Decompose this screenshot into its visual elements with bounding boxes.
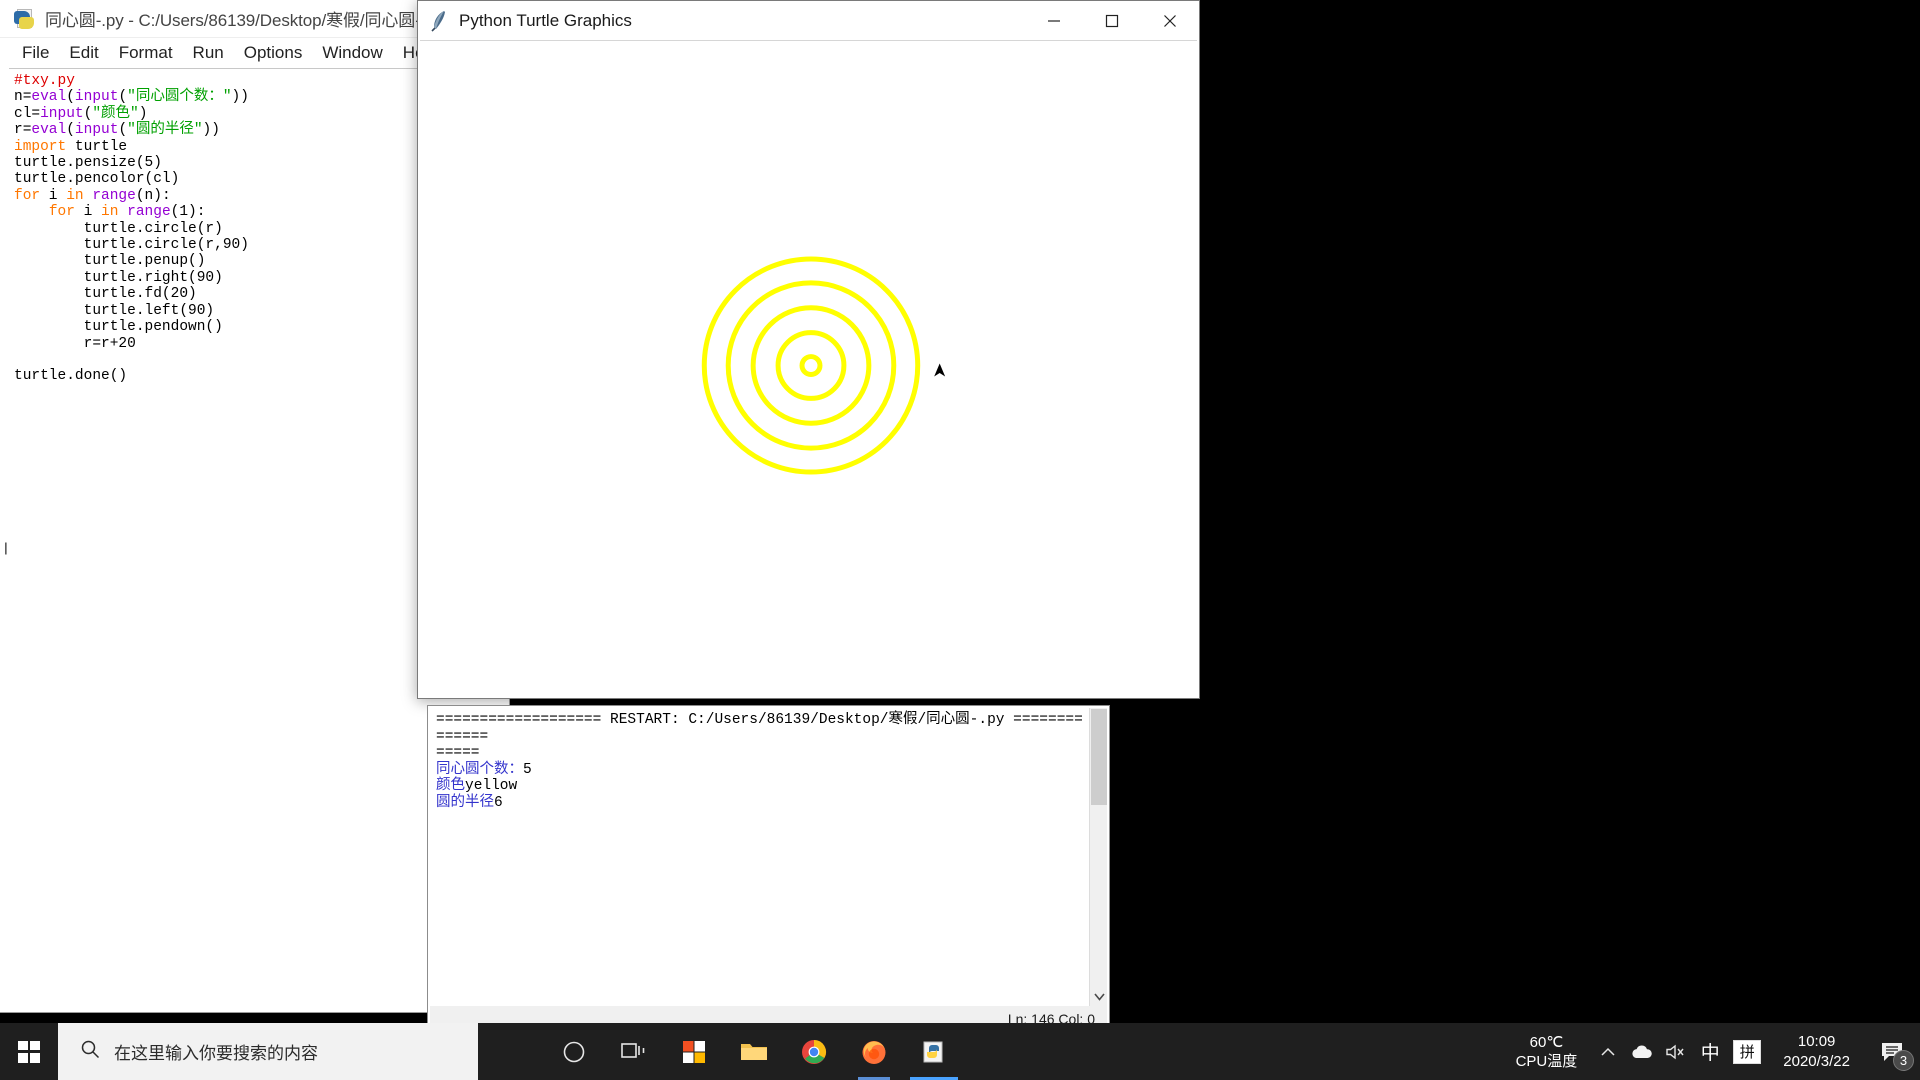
windows-logo-icon [18, 1040, 40, 1063]
turtle-cursor-icon [934, 363, 946, 377]
scrollbar-thumb[interactable] [1091, 709, 1107, 805]
menu-window[interactable]: Window [312, 41, 392, 65]
python-idle-taskbar-icon[interactable] [904, 1023, 964, 1080]
idle-shell-window[interactable]: =================== RESTART: C:/Users/86… [427, 705, 1110, 1035]
volume-muted-icon[interactable] [1659, 1023, 1693, 1080]
shell-output[interactable]: =================== RESTART: C:/Users/86… [430, 708, 1089, 1006]
cpu-temperature-widget[interactable]: 60℃ CPU温度 [1502, 1033, 1592, 1071]
desktop-screen: 7.1 SOUND EFFECT G... 有道云笔记 Visual C++ 6… [0, 0, 1920, 1080]
microsoft-store-icon[interactable] [664, 1023, 724, 1080]
minimize-icon[interactable] [1025, 1, 1083, 40]
close-icon[interactable] [1141, 1, 1199, 40]
notification-icon[interactable]: 3 [1866, 1023, 1920, 1080]
maximize-icon[interactable] [1083, 1, 1141, 40]
clock-time: 10:09 [1797, 1032, 1836, 1050]
system-tray[interactable]: 60℃ CPU温度 中 拼 10:09 2020/3/22 3 [1502, 1023, 1920, 1080]
menu-options[interactable]: Options [234, 41, 313, 65]
editor-gutter-mark: | [2, 541, 10, 556]
taskbar-app-buttons[interactable] [544, 1023, 964, 1080]
search-placeholder-text: 在这里输入你要搜索的内容 [114, 1044, 318, 1063]
cpu-temp-value: 60℃ [1529, 1033, 1564, 1051]
turtle-window-title: Python Turtle Graphics [459, 10, 632, 30]
cloud-icon[interactable] [1625, 1023, 1659, 1080]
concentric-circles [701, 256, 921, 475]
task-view-icon[interactable] [604, 1023, 664, 1080]
search-icon [80, 1039, 100, 1064]
ime-pinyin-indicator[interactable]: 拼 [1733, 1039, 1762, 1064]
google-chrome-icon[interactable] [784, 1023, 844, 1080]
editor-title: 同心圆-.py - C:/Users/86139/Desktop/寒假/同心圆-… [45, 11, 444, 30]
shell-scrollbar[interactable] [1089, 708, 1107, 1006]
editor-gutter: | [0, 68, 10, 1012]
windows-taskbar[interactable]: 在这里输入你要搜索的内容 60℃ CPU温度 中 拼 10:09 2020/3/… [0, 1023, 1920, 1080]
chevron-up-icon[interactable] [1591, 1023, 1625, 1080]
firefox-icon[interactable] [844, 1023, 904, 1080]
start-button[interactable] [0, 1023, 58, 1080]
python-feather-icon [431, 10, 449, 32]
file-explorer-icon[interactable] [724, 1023, 784, 1080]
cpu-temp-label: CPU温度 [1515, 1052, 1578, 1070]
ime-mode-indicator[interactable]: 中 [1693, 1023, 1727, 1080]
chevron-down-icon[interactable] [1091, 988, 1107, 1005]
menu-run[interactable]: Run [183, 41, 234, 65]
taskbar-clock[interactable]: 10:09 2020/3/22 [1767, 1032, 1866, 1072]
python-idle-icon [14, 8, 36, 30]
clock-date: 2020/3/22 [1783, 1052, 1850, 1070]
turtle-titlebar[interactable]: Python Turtle Graphics [418, 1, 1199, 40]
taskbar-search-box[interactable]: 在这里输入你要搜索的内容 [58, 1023, 478, 1080]
turtle-canvas-area[interactable] [420, 40, 1197, 696]
menu-edit[interactable]: Edit [59, 41, 108, 65]
window-controls[interactable] [1025, 1, 1199, 40]
menu-format[interactable]: Format [109, 41, 183, 65]
notification-count-badge: 3 [1893, 1050, 1914, 1071]
menu-file[interactable]: File [12, 41, 59, 65]
cortana-icon[interactable] [544, 1023, 604, 1080]
turtle-drawing [701, 256, 946, 475]
turtle-graphics-window[interactable]: Python Turtle Graphics [417, 0, 1200, 699]
